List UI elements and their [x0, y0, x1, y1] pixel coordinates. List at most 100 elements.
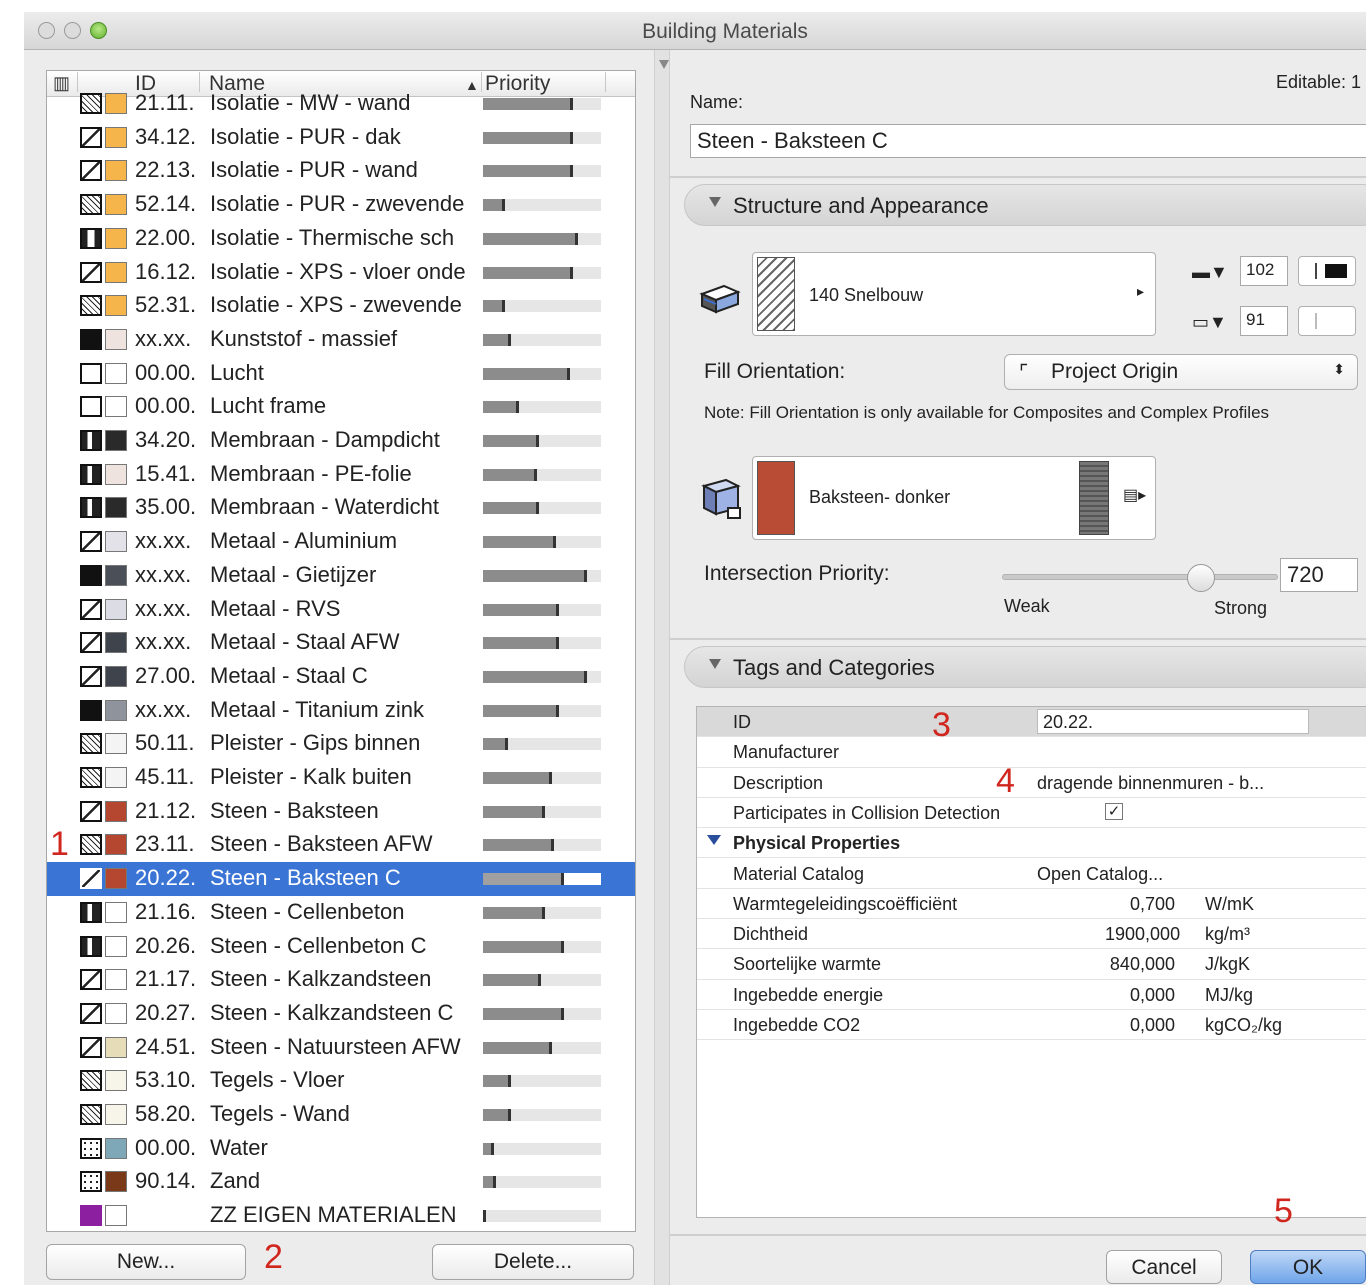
fill-pattern-icon: [80, 1036, 102, 1058]
foreground-pen-swatch[interactable]: [1298, 256, 1356, 286]
material-name: Pleister - Kalk buiten: [210, 764, 412, 789]
list-item[interactable]: 52.31. Isolatie - XPS - zwevende: [47, 289, 635, 323]
material-id: 21.16.: [135, 898, 197, 924]
intersection-priority-knob[interactable]: [1186, 564, 1215, 592]
background-pen-field[interactable]: 91: [1240, 306, 1288, 336]
tag-row-description[interactable]: Description dragende binnenmuren - b...: [697, 768, 1366, 798]
expand-triangle-icon[interactable]: [707, 835, 721, 846]
background-pen-swatch[interactable]: [1298, 306, 1356, 336]
collision-checkbox[interactable]: ✓: [1105, 802, 1123, 820]
list-item[interactable]: 58.20. Tegels - Wand: [47, 1098, 635, 1132]
list-item[interactable]: 21.11. Isolatie - MW - wand: [47, 87, 635, 121]
property-unit: kgCO₂/kg: [1205, 1015, 1283, 1035]
surface-icon: [698, 474, 742, 522]
surface-swatch: [105, 733, 127, 755]
physical-property-row[interactable]: Warmtegeleidingscoëfficiënt 0,700 W/mK: [697, 889, 1366, 920]
list-item[interactable]: 90.14. Zand: [47, 1165, 635, 1199]
ok-button[interactable]: OK: [1250, 1250, 1366, 1284]
list-item[interactable]: xx.xx. Metaal - RVS: [47, 593, 635, 627]
priority-bar: [483, 805, 601, 818]
property-key: Material Catalog: [733, 863, 865, 884]
fill-pattern-icon: [80, 261, 102, 283]
list-item[interactable]: 52.14. Isolatie - PUR - zwevende: [47, 188, 635, 222]
list-item[interactable]: 20.26. Steen - Cellenbeton C: [47, 930, 635, 964]
list-item[interactable]: 23.11. Steen - Baksteen AFW: [47, 828, 635, 862]
list-item[interactable]: 53.10. Tegels - Vloer: [47, 1064, 635, 1098]
list-item[interactable]: 21.17. Steen - Kalkzandsteen: [47, 963, 635, 997]
list-item[interactable]: 21.12. Steen - Baksteen: [47, 795, 635, 829]
list-item[interactable]: xx.xx. Metaal - Gietijzer: [47, 559, 635, 593]
fill-pattern-icon: [80, 396, 102, 418]
list-item[interactable]: 35.00. Membraan - Waterdicht: [47, 491, 635, 525]
surface-picker[interactable]: Baksteen- donker ▤▸: [752, 456, 1156, 540]
material-name: Isolatie - PUR - dak: [210, 123, 401, 149]
list-item[interactable]: 16.12. Isolatie - XPS - vloer onde: [47, 256, 635, 290]
physical-properties-group[interactable]: Physical Properties: [697, 828, 1366, 859]
pane-splitter[interactable]: [654, 50, 670, 1285]
list-item[interactable]: 34.12. Isolatie - PUR - dak: [47, 121, 635, 155]
fill-pattern-icon: [80, 362, 102, 384]
material-name: Steen - Cellenbeton C: [210, 932, 427, 958]
priority-bar: [483, 131, 601, 144]
list-item[interactable]: 24.51. Steen - Natuursteen AFW: [47, 1031, 635, 1065]
priority-bar-fill: [483, 772, 552, 784]
tag-row-id[interactable]: ID 20.22.: [697, 707, 1366, 738]
material-id: 00.00.: [135, 1134, 197, 1160]
physical-property-row[interactable]: Dichtheid 1900,000 kg/m³: [697, 919, 1366, 950]
list-item[interactable]: 22.13. Isolatie - PUR - wand: [47, 154, 635, 188]
fill-pattern-icon: [80, 160, 102, 182]
surface-swatch: [105, 261, 127, 283]
list-item[interactable]: 27.00. Metaal - Staal C: [47, 660, 635, 694]
list-item[interactable]: 15.41. Membraan - PE-folie: [47, 458, 635, 492]
physical-property-row[interactable]: Soortelijke warmte 840,000 J/kgK: [697, 949, 1366, 980]
physical-property-row[interactable]: Ingebedde energie 0,000 MJ/kg: [697, 980, 1366, 1010]
list-item[interactable]: 45.11. Pleister - Kalk buiten: [47, 761, 635, 795]
list-item[interactable]: 22.00. Isolatie - Thermische sch: [47, 222, 635, 256]
delete-button[interactable]: Delete...: [432, 1244, 634, 1280]
tag-row-manufacturer[interactable]: Manufacturer: [697, 737, 1366, 768]
structure-section-header[interactable]: Structure and Appearance: [684, 184, 1366, 226]
tags-section-header[interactable]: Tags and Categories: [684, 646, 1366, 688]
physical-property-row[interactable]: Material Catalog Open Catalog...: [697, 859, 1366, 889]
list-item[interactable]: 50.11. Pleister - Gips binnen: [47, 727, 635, 761]
cancel-button[interactable]: Cancel: [1106, 1250, 1222, 1284]
priority-bar: [483, 401, 601, 414]
tag-key: Participates in Collision Detection: [733, 802, 1001, 823]
priority-bar-fill: [483, 738, 508, 751]
intersection-priority-slider[interactable]: [1002, 574, 1278, 580]
list-item[interactable]: 34.20. Membraan - Dampdicht: [47, 424, 635, 458]
fill-orientation-select[interactable]: ⌜ Project Origin ⬍: [1004, 354, 1358, 390]
material-id: 21.11.: [135, 90, 195, 115]
list-item[interactable]: 20.22. Steen - Baksteen C: [47, 862, 635, 896]
new-button[interactable]: New...: [46, 1244, 246, 1280]
list-item[interactable]: 00.00. Lucht: [47, 357, 635, 391]
material-id: xx.xx.: [135, 595, 192, 621]
priority-bar-fill: [483, 367, 570, 380]
tag-key: ID: [733, 712, 751, 732]
priority-bar-fill: [483, 873, 564, 886]
priority-bar-fill: [483, 401, 519, 414]
foreground-pen-field[interactable]: 102: [1240, 256, 1288, 286]
priority-bar: [483, 232, 601, 245]
material-id: 23.11.: [135, 831, 195, 857]
material-id: 58.20.: [135, 1101, 197, 1126]
priority-bar-fill: [483, 1176, 496, 1189]
list-item[interactable]: xx.xx. Metaal - Titanium zink: [47, 694, 635, 728]
materials-list[interactable]: ▥ ID Name ▲ Priority 21.11. Isolatie - MW…: [46, 70, 636, 1232]
list-item[interactable]: xx.xx. Metaal - Aluminium: [47, 525, 635, 559]
fill-picker[interactable]: 140 Snelbouw ▸: [752, 252, 1156, 336]
list-item[interactable]: 21.16. Steen - Cellenbeton: [47, 896, 635, 930]
material-name: Lucht: [210, 359, 264, 385]
list-item[interactable]: 00.00. Water: [47, 1132, 635, 1166]
material-id: 20.26.: [135, 932, 197, 958]
list-item[interactable]: xx.xx. Metaal - Staal AFW: [47, 626, 635, 660]
list-item[interactable]: 20.27. Steen - Kalkzandsteen C: [47, 997, 635, 1031]
collapse-caret-icon[interactable]: [659, 60, 669, 69]
list-item[interactable]: 00.00. Lucht frame: [47, 390, 635, 424]
tag-row-collision[interactable]: Participates in Collision Detection ✓: [697, 798, 1366, 829]
list-item[interactable]: ZZ EIGEN MATERIALEN: [47, 1199, 635, 1231]
physical-property-row[interactable]: Ingebedde CO2 0,000 kgCO₂/kg: [697, 1010, 1366, 1041]
list-item[interactable]: xx.xx. Kunststof - massief: [47, 323, 635, 357]
name-field[interactable]: Steen - Baksteen C: [690, 124, 1366, 158]
intersection-priority-field[interactable]: 720: [1280, 558, 1358, 592]
